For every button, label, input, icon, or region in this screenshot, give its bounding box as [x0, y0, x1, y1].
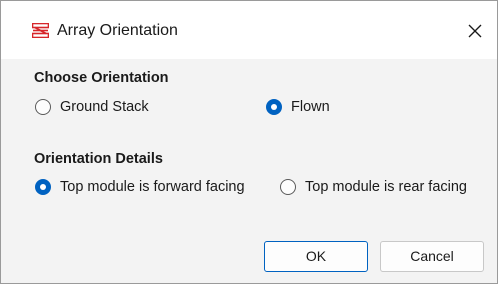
- dialog-title: Array Orientation: [57, 22, 178, 39]
- title-bar[interactable]: Array Orientation: [1, 1, 497, 59]
- radio-checked-icon: [266, 99, 282, 115]
- ok-button[interactable]: OK: [264, 241, 368, 272]
- radio-top-rear[interactable]: Top module is rear facing: [280, 178, 467, 196]
- radio-label: Flown: [291, 99, 330, 115]
- cancel-button[interactable]: Cancel: [380, 241, 484, 272]
- choose-orientation-heading: Choose Orientation: [34, 70, 169, 86]
- orientation-details-heading: Orientation Details: [34, 151, 163, 167]
- array-app-icon: [32, 23, 49, 38]
- close-icon: [468, 24, 482, 38]
- radio-unchecked-icon: [280, 179, 296, 195]
- radio-ground-stack[interactable]: Ground Stack: [35, 98, 149, 116]
- radio-label: Ground Stack: [60, 99, 149, 115]
- radio-label: Top module is forward facing: [60, 179, 245, 195]
- array-orientation-dialog: Array Orientation Choose Orientation Gro…: [0, 0, 498, 284]
- radio-checked-icon: [35, 179, 51, 195]
- close-button[interactable]: [459, 15, 491, 47]
- radio-top-forward[interactable]: Top module is forward facing: [35, 178, 245, 196]
- radio-unchecked-icon: [35, 99, 51, 115]
- radio-label: Top module is rear facing: [305, 179, 467, 195]
- radio-flown[interactable]: Flown: [266, 98, 330, 116]
